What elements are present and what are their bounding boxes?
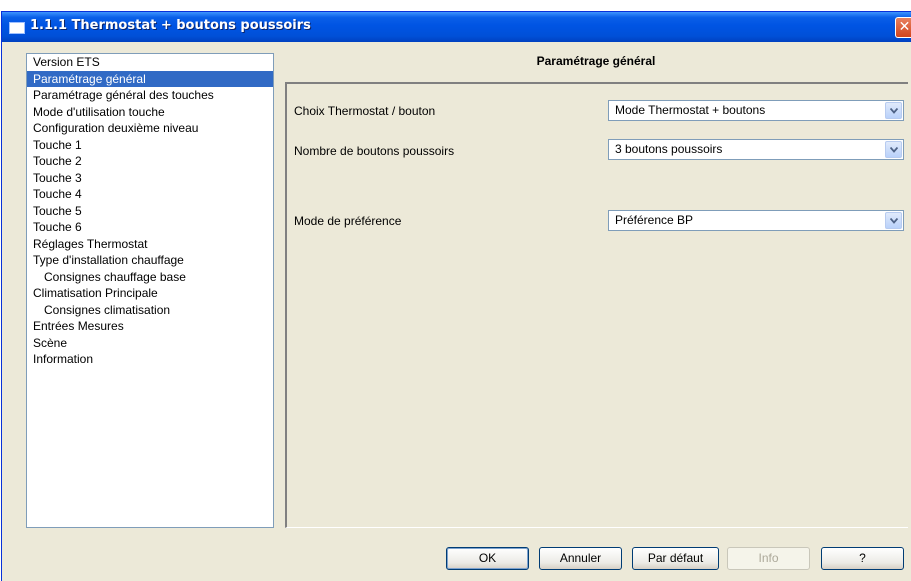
tree-item-touche-6[interactable]: Touche 6 xyxy=(27,219,273,236)
nombre-boutons-select[interactable]: 3 boutons poussoirs xyxy=(608,139,904,160)
mode-preference-label: Mode de préférence xyxy=(294,214,402,228)
tree-item-touche-4[interactable]: Touche 4 xyxy=(27,186,273,203)
choix-thermostat-select[interactable]: Mode Thermostat + boutons xyxy=(608,100,904,121)
default-button[interactable]: Par défaut xyxy=(632,547,719,570)
tree-item-touche-1[interactable]: Touche 1 xyxy=(27,137,273,154)
tree-item-touche-3[interactable]: Touche 3 xyxy=(27,170,273,187)
close-button[interactable]: ✕ xyxy=(895,17,911,38)
chevron-down-icon[interactable] xyxy=(885,141,902,158)
tree-item-entrees-mesures[interactable]: Entrées Mesures xyxy=(27,318,273,335)
ok-button[interactable]: OK xyxy=(446,547,529,570)
parameter-tree[interactable]: Version ETS Paramétrage général Paramétr… xyxy=(26,53,274,528)
tree-item-touche-2[interactable]: Touche 2 xyxy=(27,153,273,170)
window-title: 1.1.1 Thermostat + boutons poussoirs xyxy=(30,18,311,33)
tree-item-information[interactable]: Information xyxy=(27,351,273,368)
tree-item-configuration-niveau[interactable]: Configuration deuxième niveau xyxy=(27,120,273,137)
tree-item-climatisation-principale[interactable]: Climatisation Principale xyxy=(27,285,273,302)
tree-item-consignes-chauffage[interactable]: Consignes chauffage base xyxy=(27,269,273,286)
nombre-boutons-label: Nombre de boutons poussoirs xyxy=(294,144,455,158)
tree-item-version-ets[interactable]: Version ETS xyxy=(27,54,273,71)
tree-item-consignes-climatisation[interactable]: Consignes climatisation xyxy=(27,302,273,319)
info-button[interactable]: Info xyxy=(727,547,810,570)
cancel-button[interactable]: Annuler xyxy=(539,547,622,570)
window-icon xyxy=(9,22,25,34)
tree-item-scene[interactable]: Scène xyxy=(27,335,273,352)
tree-item-parametrage-general[interactable]: Paramétrage général xyxy=(27,70,273,87)
choix-thermostat-label: Choix Thermostat / bouton xyxy=(294,104,436,118)
tree-item-mode-utilisation[interactable]: Mode d'utilisation touche xyxy=(27,104,273,121)
title-bar[interactable]: 1.1.1 Thermostat + boutons poussoirs ✕ xyxy=(2,12,911,42)
mode-preference-value: Préférence BP xyxy=(615,213,694,227)
nombre-boutons-value: 3 boutons poussoirs xyxy=(615,142,723,156)
tree-item-parametrage-touches[interactable]: Paramétrage général des touches xyxy=(27,87,273,104)
mode-preference-select[interactable]: Préférence BP xyxy=(608,210,904,231)
chevron-down-icon[interactable] xyxy=(885,212,902,229)
panel-title: Paramétrage général xyxy=(536,54,656,68)
choix-thermostat-value: Mode Thermostat + boutons xyxy=(615,103,766,117)
tree-item-type-installation[interactable]: Type d'installation chauffage xyxy=(27,252,273,269)
help-button[interactable]: ? xyxy=(821,547,904,570)
tree-item-touche-5[interactable]: Touche 5 xyxy=(27,203,273,220)
tree-item-reglages-thermostat[interactable]: Réglages Thermostat xyxy=(27,236,273,253)
chevron-down-icon[interactable] xyxy=(885,102,902,119)
